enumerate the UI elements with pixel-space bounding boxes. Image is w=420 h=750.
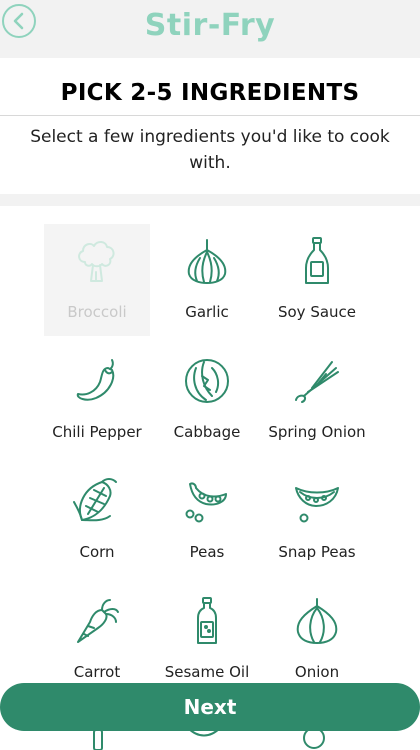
ingredient-label: Chili Pepper: [52, 423, 142, 441]
ingredient-label: Garlic: [185, 303, 229, 321]
ingredient-peas[interactable]: Peas: [154, 464, 260, 576]
ingredient-label: Soy Sauce: [277, 303, 357, 321]
ingredient-label: Onion: [294, 663, 340, 681]
ingredient-label: Peas: [189, 543, 225, 561]
ingredient-grid: Broccoli Garlic Soy Sauce Chili Pepper C…: [0, 206, 420, 750]
peas-icon: [185, 482, 227, 523]
ingredient-soy-sauce[interactable]: Soy Sauce: [264, 224, 370, 336]
ingredient-label: Snap Peas: [278, 543, 356, 561]
cabbage-icon: [185, 359, 229, 403]
sesame-oil-icon: [197, 597, 217, 644]
ingredient-cabbage[interactable]: Cabbage: [154, 344, 260, 456]
ingredient-label: Broccoli: [67, 303, 127, 321]
ingredient-onion[interactable]: Onion: [264, 584, 370, 696]
intro-card: PICK 2-5 INGREDIENTS Select a few ingred…: [0, 58, 420, 194]
ingredient-corn[interactable]: Corn: [44, 464, 150, 576]
broccoli-icon: [78, 241, 115, 282]
garlic-icon: [187, 239, 227, 284]
ingredient-carrot[interactable]: Carrot: [44, 584, 150, 696]
onion-icon: [296, 598, 338, 644]
ingredient-garlic[interactable]: Garlic: [154, 224, 260, 336]
ingredient-sesame-oil[interactable]: Sesame Oil: [154, 584, 260, 696]
chili-pepper-icon: [76, 359, 115, 401]
page-title: Stir-Fry: [144, 8, 276, 43]
soy-sauce-icon: [305, 237, 329, 284]
ingredient-label: Carrot: [73, 663, 121, 681]
ingredient-spring-onion[interactable]: Spring Onion: [264, 344, 370, 456]
ingredient-label: Corn: [79, 543, 115, 561]
intro-heading: PICK 2-5 INGREDIENTS: [60, 80, 360, 106]
intro-subtitle: Select a few ingredients you'd like to c…: [30, 127, 390, 173]
spring-onion-icon: [295, 361, 339, 403]
carrot-icon: [77, 599, 119, 643]
ingredient-chili-pepper[interactable]: Chili Pepper: [44, 344, 150, 456]
snap-peas-icon: [295, 487, 339, 523]
ingredient-label: Spring Onion: [268, 423, 366, 441]
divider: [0, 115, 420, 116]
ingredient-label: Cabbage: [173, 423, 241, 441]
ingredient-broccoli[interactable]: Broccoli: [44, 224, 150, 336]
ingredient-label: Sesame Oil: [164, 663, 250, 681]
header: Stir-Fry: [0, 0, 420, 56]
ingredient-snap-peas[interactable]: Snap Peas: [264, 464, 370, 576]
next-button[interactable]: Next: [0, 683, 420, 731]
corn-icon: [73, 478, 117, 522]
